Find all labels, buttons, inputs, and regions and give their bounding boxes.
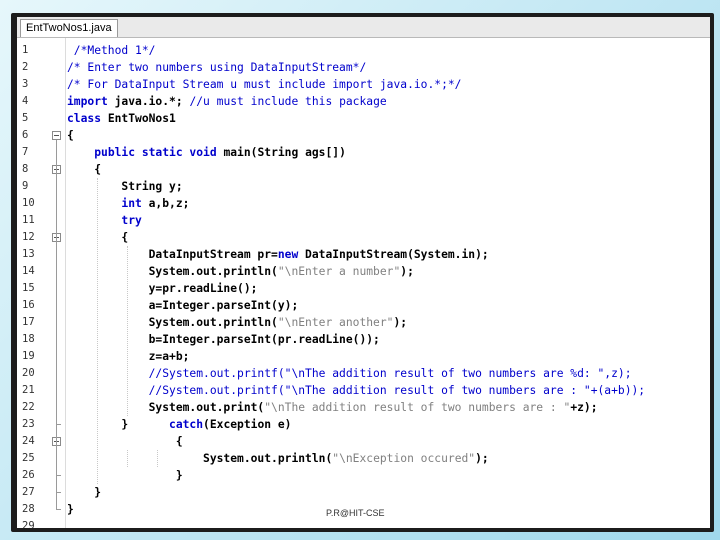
code-line: //System.out.printf("\nThe addition resu… bbox=[67, 365, 632, 382]
comment-token: //System.out.printf("\nThe addition resu… bbox=[67, 384, 646, 397]
code-line: String y; bbox=[67, 178, 183, 195]
indent-guide bbox=[127, 246, 128, 416]
code-line: } bbox=[67, 484, 101, 501]
code-token: } bbox=[67, 469, 183, 482]
keyword-token: new bbox=[277, 248, 299, 261]
code-line: { bbox=[67, 127, 74, 144]
comment-token: /*Method 1*/ bbox=[67, 44, 156, 57]
code-token: ); bbox=[393, 316, 408, 329]
code-line: { bbox=[67, 161, 101, 178]
code-line: System.out.println("\nException occured"… bbox=[67, 450, 489, 467]
code-token: z=a+b; bbox=[67, 350, 190, 363]
code-token: ); bbox=[475, 452, 489, 465]
indent-guide bbox=[97, 178, 98, 484]
keyword-token: catch bbox=[169, 418, 204, 431]
code-line: } bbox=[67, 501, 74, 518]
keyword-token: int bbox=[121, 197, 142, 210]
code-token: { bbox=[67, 129, 74, 142]
code-token: System.out.println( bbox=[67, 316, 278, 329]
code-line: System.out.println("\nEnter a number"); bbox=[67, 263, 414, 280]
code-token: System.out.println( bbox=[67, 265, 278, 278]
indent-guide bbox=[157, 450, 158, 467]
code-token: { bbox=[67, 435, 183, 448]
keyword-token: try bbox=[121, 214, 142, 227]
code-token: String y; bbox=[67, 180, 183, 193]
string-token: "\nEnter another" bbox=[277, 316, 394, 329]
keyword-token: import bbox=[67, 95, 108, 108]
code-token: } bbox=[67, 503, 74, 516]
code-token: main(String ags[]) bbox=[216, 146, 346, 159]
code-token: +z); bbox=[570, 401, 598, 414]
comment-token: /* For DataInput Stream u must include i… bbox=[67, 78, 462, 91]
code-line: DataInputStream pr=new DataInputStream(S… bbox=[67, 246, 489, 263]
code-token: java.io.*; bbox=[107, 95, 190, 108]
tab-bar: EntTwoNos1.java bbox=[17, 17, 710, 38]
code-area[interactable]: /*Method 1*/ /* Enter two numbers using D… bbox=[17, 38, 710, 528]
code-line: /* Enter two numbers using DataInputStre… bbox=[67, 59, 366, 76]
code-line: class EntTwoNos1 bbox=[67, 110, 176, 127]
code-token: System.out.println( bbox=[67, 452, 333, 465]
keyword-token: class bbox=[67, 112, 102, 125]
code-token: b=Integer.parseInt(pr.readLine()); bbox=[67, 333, 380, 346]
comment-token: //System.out.printf("\nThe addition resu… bbox=[67, 367, 632, 380]
code-line: } bbox=[67, 467, 183, 484]
code-token: DataInputStream pr= bbox=[67, 248, 278, 261]
code-token: y=pr.readLine(); bbox=[67, 282, 258, 295]
code-token: DataInputStream(System.in); bbox=[298, 248, 489, 261]
code-line: try bbox=[67, 212, 142, 229]
code-line: { bbox=[67, 433, 183, 450]
code-token: ); bbox=[400, 265, 414, 278]
code-line: y=pr.readLine(); bbox=[67, 280, 258, 297]
code-line: /*Method 1*/ bbox=[67, 42, 156, 59]
code-token: } bbox=[67, 418, 170, 431]
code-token: (Exception e) bbox=[203, 418, 292, 431]
string-token: "\nException occured" bbox=[332, 452, 476, 465]
code-token: a=Integer.parseInt(y); bbox=[67, 299, 299, 312]
string-token: "\nEnter a number" bbox=[277, 265, 401, 278]
keyword-token: public static void bbox=[94, 146, 217, 159]
code-line: public static void main(String ags[]) bbox=[67, 144, 346, 161]
code-token: EntTwoNos1 bbox=[101, 112, 176, 125]
code-line: } catch(Exception e) bbox=[67, 416, 291, 433]
code-token: a,b,z; bbox=[141, 197, 190, 210]
code-line: z=a+b; bbox=[67, 348, 190, 365]
comment-token: //u must include this package bbox=[189, 95, 387, 108]
footer-credit: P.R@HIT-CSE bbox=[326, 508, 385, 518]
code-line: //System.out.printf("\nThe addition resu… bbox=[67, 382, 646, 399]
tab-file[interactable]: EntTwoNos1.java bbox=[20, 19, 118, 37]
editor-window: EntTwoNos1.java 1 2 3 4 5 6 7 8 9 10 11 12 13 14 15 16 1… bbox=[17, 17, 710, 528]
comment-token: /* Enter two numbers using DataInputStre… bbox=[67, 61, 367, 74]
code-line: b=Integer.parseInt(pr.readLine()); bbox=[67, 331, 380, 348]
indent-guide bbox=[127, 450, 128, 467]
code-line: int a,b,z; bbox=[67, 195, 189, 212]
code-line: import java.io.*; //u must include this … bbox=[67, 93, 387, 110]
code-line: System.out.print("\nThe addition result … bbox=[67, 399, 598, 416]
code-line: System.out.println("\nEnter another"); bbox=[67, 314, 407, 331]
code-token: { bbox=[67, 163, 102, 176]
code-line: /* For DataInput Stream u must include i… bbox=[67, 76, 461, 93]
code-line: a=Integer.parseInt(y); bbox=[67, 297, 299, 314]
string-token: "\nThe addition result of two numbers ar… bbox=[264, 401, 571, 414]
code-token: } bbox=[67, 486, 102, 499]
